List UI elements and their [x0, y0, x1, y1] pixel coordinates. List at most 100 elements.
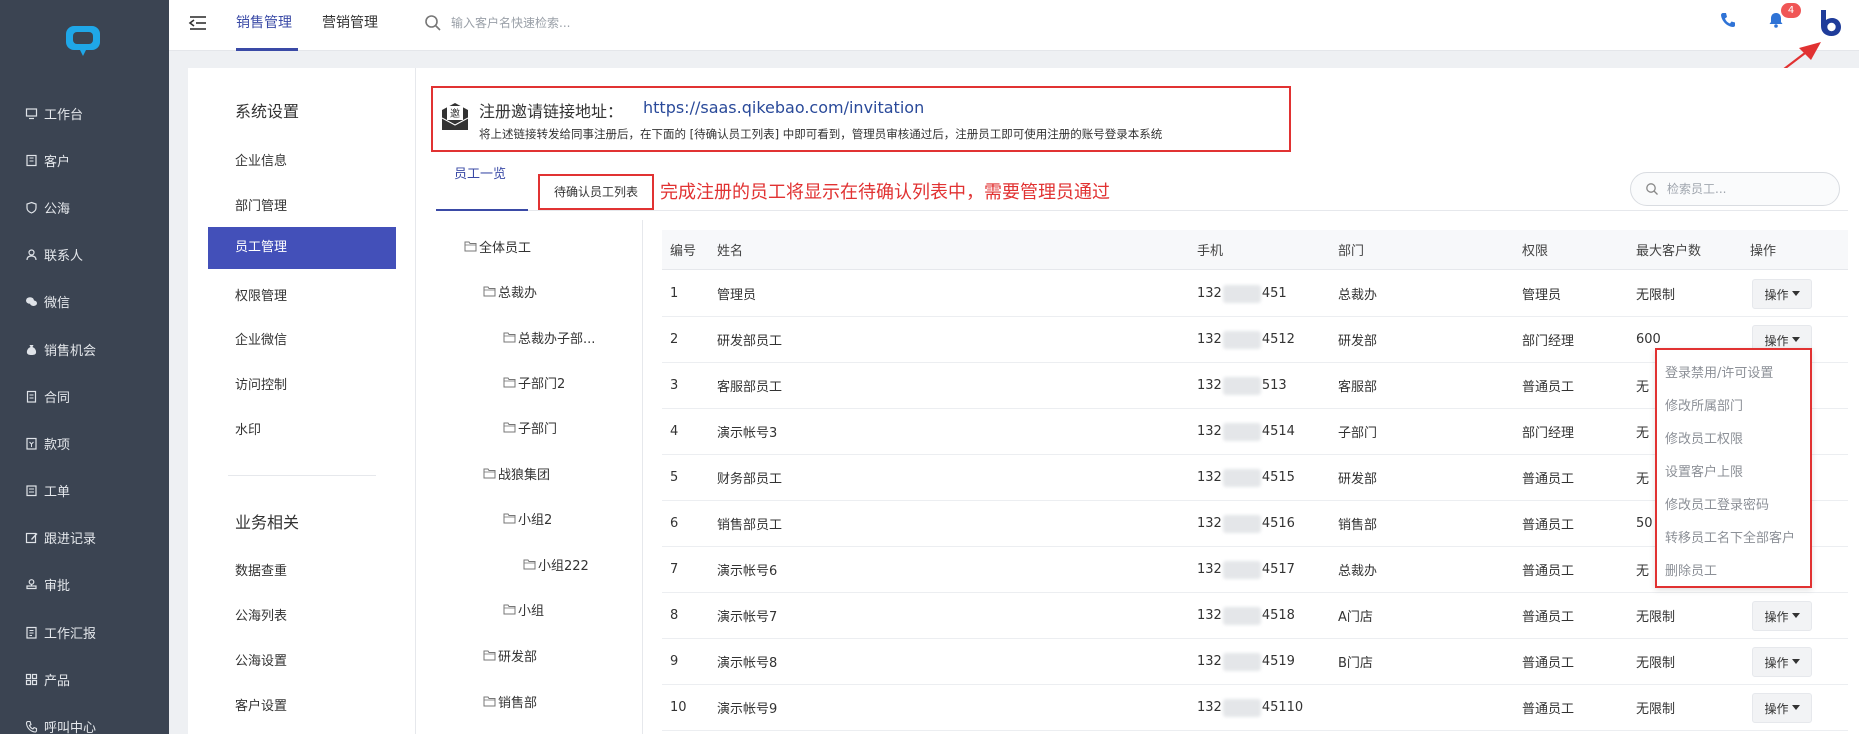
phone-icon: [24, 719, 38, 733]
invite-label: 注册邀请链接地址：: [479, 102, 624, 121]
settings-nav-item-active[interactable]: 员工管理: [208, 227, 396, 269]
dropdown-item[interactable]: 删除员工: [1665, 560, 1717, 579]
cell-role: 普通员工: [1522, 472, 1575, 487]
phone-redaction: [1222, 514, 1261, 533]
cell-dept: B门店: [1338, 656, 1373, 671]
customer-search-input[interactable]: [451, 11, 751, 35]
sidebar-item[interactable]: 跟进记录: [24, 525, 96, 549]
settings-nav-item[interactable]: 水印: [235, 419, 261, 438]
cell-max-customers: 无: [1636, 564, 1650, 579]
shield-icon: [24, 200, 38, 214]
settings-nav-item[interactable]: 权限管理: [235, 285, 287, 304]
sidebar-item[interactable]: 客户: [24, 148, 70, 172]
tab-marketing-management[interactable]: 营销管理: [322, 12, 378, 32]
phone-suffix: 4518: [1261, 608, 1295, 623]
operation-button[interactable]: 操作: [1752, 693, 1812, 723]
cell-id: 5: [670, 470, 679, 485]
tree-node[interactable]: 总裁办: [483, 282, 537, 301]
sidebar-item[interactable]: 公海: [24, 195, 70, 219]
column-header: 手机: [1197, 244, 1224, 259]
tree-node-label: 研发部: [498, 650, 538, 665]
tab-sales-management[interactable]: 销售管理: [236, 12, 292, 32]
cell-role: 普通员工: [1522, 380, 1575, 395]
phone-prefix: 132: [1197, 654, 1222, 669]
dropdown-item[interactable]: 设置客户上限: [1665, 461, 1743, 480]
table-row: 10 演示帐号9 132 45110 普通员工 无限制 操作: [662, 685, 1848, 731]
operation-button[interactable]: 操作: [1752, 279, 1812, 309]
tree-node[interactable]: 销售部: [483, 692, 537, 711]
sidebar-item[interactable]: 款项: [24, 431, 70, 455]
settings-nav-item[interactable]: 公海列表: [235, 605, 287, 624]
sidebar-item[interactable]: 工单: [24, 478, 70, 502]
tree-node[interactable]: 子部门2: [503, 373, 565, 392]
tree-node-label: 战狼集团: [498, 468, 551, 483]
cell-max-customers: 50: [1636, 516, 1653, 531]
tree-node[interactable]: 研发部: [483, 646, 537, 665]
cell-role: 普通员工: [1522, 564, 1575, 579]
sidebar-item[interactable]: 工作汇报: [24, 620, 96, 644]
tree-node-label: 销售部: [498, 696, 538, 711]
cell-phone: 132 4515: [1197, 455, 1295, 500]
tree-node-label: 小组222: [538, 559, 589, 574]
dropdown-item[interactable]: 修改所属部门: [1665, 395, 1743, 414]
settings-nav-item[interactable]: 访问控制: [235, 374, 287, 393]
tree-node[interactable]: 全体员工: [464, 237, 531, 256]
tree-node[interactable]: 小组2: [503, 509, 552, 528]
sidebar-item[interactable]: 微信: [24, 289, 70, 313]
tab-staff-list[interactable]: 员工一览: [454, 163, 506, 182]
column-header: 操作: [1750, 244, 1777, 259]
phone-suffix: 4516: [1261, 516, 1295, 531]
sidebar-item[interactable]: 联系人: [24, 242, 83, 266]
dropdown-item[interactable]: 转移员工名下全部客户: [1665, 527, 1795, 546]
cell-name: 财务部员工: [717, 472, 783, 487]
cell-id: 3: [670, 378, 679, 393]
menu-collapse-icon[interactable]: [187, 12, 209, 34]
folder-icon: [483, 468, 496, 479]
ticket-icon: [24, 483, 38, 497]
tree-node-label: 子部门: [518, 422, 558, 437]
tree-node[interactable]: 子部门: [503, 418, 557, 437]
sidebar-item[interactable]: 工作台: [24, 101, 83, 125]
notification-badge: 4: [1781, 3, 1801, 18]
settings-nav-item[interactable]: 企业微信: [235, 329, 287, 348]
staff-search-input[interactable]: [1667, 179, 1827, 199]
tree-node-label: 小组: [518, 604, 545, 619]
cell-dept: 总裁办: [1338, 564, 1378, 579]
staff-search-box[interactable]: [1630, 172, 1840, 206]
dropdown-item[interactable]: 登录禁用/许可设置: [1665, 362, 1773, 381]
settings-nav-item[interactable]: 部门管理: [235, 195, 287, 214]
sidebar-item[interactable]: 审批: [24, 572, 70, 596]
column-header: 最大客户数: [1636, 244, 1702, 259]
app-logo-icon[interactable]: [64, 24, 102, 58]
folder-icon: [523, 559, 536, 570]
tree-node[interactable]: 小组: [503, 600, 544, 619]
phone-suffix: 4512: [1261, 332, 1295, 347]
invite-url[interactable]: https://saas.qikebao.com/invitation: [643, 98, 924, 117]
cell-id: 2: [670, 332, 679, 347]
cell-role: 普通员工: [1522, 610, 1575, 625]
settings-nav-item[interactable]: 企业信息: [235, 150, 287, 169]
cell-dept: 总裁办: [1338, 288, 1378, 303]
sidebar-item[interactable]: 产品: [24, 667, 70, 691]
dropdown-item[interactable]: 修改员工登录密码: [1665, 494, 1769, 513]
brand-b-logo-icon[interactable]: [1817, 8, 1845, 38]
settings-nav-item[interactable]: 数据查重: [235, 560, 287, 579]
sidebar-item[interactable]: 销售机会: [24, 337, 96, 361]
column-header: 权限: [1522, 244, 1549, 259]
settings-nav-item[interactable]: 客户设置: [235, 695, 287, 714]
tree-node[interactable]: 战狼集团: [483, 464, 550, 483]
settings-nav-item[interactable]: 公海设置: [235, 650, 287, 669]
cell-role: 普通员工: [1522, 518, 1575, 533]
operation-button[interactable]: 操作: [1752, 601, 1812, 631]
tree-node[interactable]: 小组222: [523, 555, 589, 574]
dropdown-item[interactable]: 修改员工权限: [1665, 428, 1743, 447]
invite-description: 将上述链接转发给同事注册后，在下面的 [待确认员工列表] 中即可看到，管理员审核…: [479, 127, 1163, 141]
tab-pending-staff-list[interactable]: 待确认员工列表: [538, 174, 654, 210]
sidebar-item[interactable]: 呼叫中心: [24, 714, 96, 734]
phone-redaction: [1222, 560, 1261, 579]
operation-button[interactable]: 操作: [1752, 647, 1812, 677]
phone-icon[interactable]: [1719, 11, 1737, 29]
tree-node[interactable]: 总裁办子部...: [503, 328, 595, 347]
sidebar-item[interactable]: 合同: [24, 384, 70, 408]
phone-suffix: 45110: [1261, 700, 1304, 715]
